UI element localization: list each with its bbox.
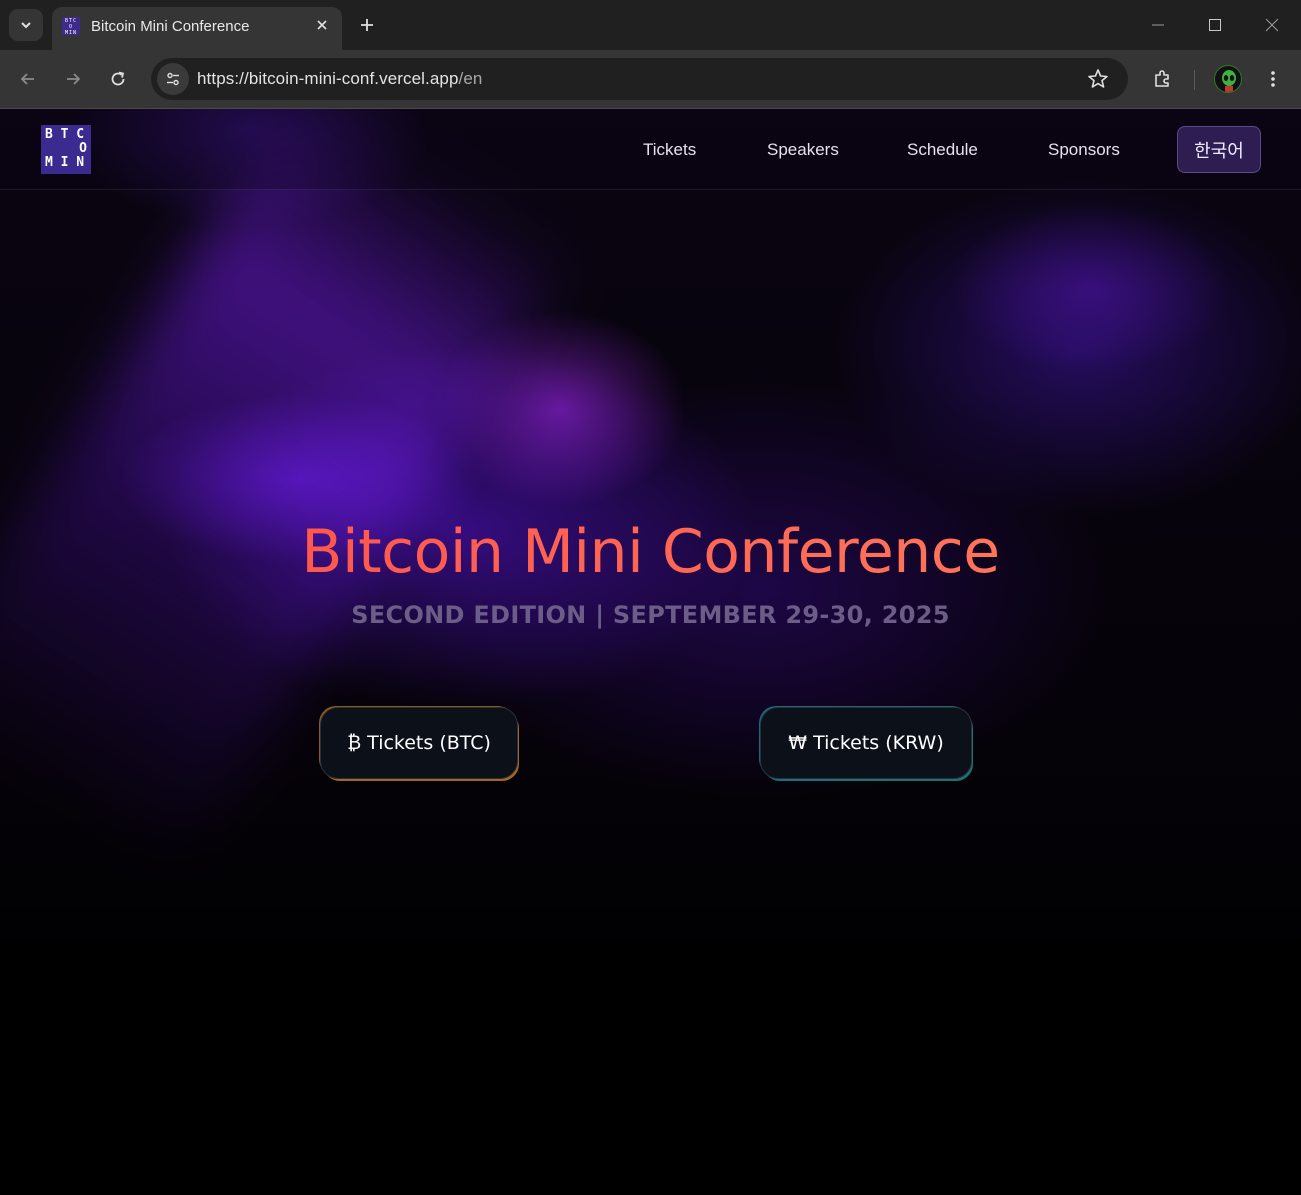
tab-title: Bitcoin Mini Conference (91, 18, 250, 35)
toolbar-separator (1194, 70, 1195, 90)
new-tab-button[interactable] (354, 12, 380, 38)
plus-icon (361, 19, 373, 31)
maximize-icon (1209, 19, 1221, 31)
logo-row-3: M I N (45, 155, 85, 170)
kebab-menu-icon (1271, 71, 1275, 87)
tab-search-button[interactable] (9, 9, 43, 41)
close-icon (1265, 18, 1279, 32)
nav-schedule-link[interactable]: Schedule (907, 140, 978, 160)
logo-row-2: O (79, 141, 87, 156)
language-toggle-button[interactable]: 한국어 (1177, 126, 1261, 173)
nav-sponsors-link[interactable]: Sponsors (1048, 140, 1120, 160)
tune-icon (167, 72, 179, 86)
profile-avatar[interactable] (1214, 65, 1242, 93)
forward-button[interactable] (56, 62, 90, 96)
close-window-button[interactable] (1252, 8, 1292, 42)
site-info-button[interactable] (157, 63, 189, 95)
tab-close-button[interactable] (311, 14, 333, 36)
puzzle-icon (1155, 70, 1169, 87)
browser-menu-button[interactable] (1256, 62, 1290, 96)
browser-tab[interactable]: BTC O MIN Bitcoin Mini Conference (52, 7, 342, 50)
browser-toolbar: https://bitcoin-mini-conf.vercel.app/en (0, 50, 1301, 109)
nav-speakers-link[interactable]: Speakers (767, 140, 839, 160)
reload-button[interactable] (101, 62, 135, 96)
alien-avatar-icon (1222, 70, 1236, 92)
hero-title: Bitcoin Mini Conference (0, 517, 1301, 587)
address-bar[interactable]: https://bitcoin-mini-conf.vercel.app/en (151, 58, 1128, 100)
tab-strip: BTC O MIN Bitcoin Mini Conference (0, 0, 1301, 50)
hero-subtitle: SECOND EDITION | SEPTEMBER 29-30, 2025 (351, 601, 950, 629)
logo-row-1: B T C (45, 127, 85, 142)
close-icon (317, 20, 327, 30)
url-text[interactable]: https://bitcoin-mini-conf.vercel.app/en (197, 69, 482, 89)
url-main: https://bitcoin-mini-conf.vercel.app (197, 69, 459, 88)
page-content: B T C O M I N Tickets Speakers Schedule … (0, 109, 1301, 1195)
minimize-icon (1152, 24, 1164, 26)
chevron-down-icon (21, 22, 31, 29)
nav-tickets-link[interactable]: Tickets (643, 140, 696, 160)
url-path: /en (458, 69, 483, 88)
reload-icon (111, 71, 125, 86)
maximize-button[interactable] (1195, 8, 1235, 42)
extensions-button[interactable] (1145, 62, 1179, 96)
bookmark-star-icon[interactable] (1086, 67, 1110, 91)
minimize-button[interactable] (1138, 8, 1178, 42)
tickets-krw-button[interactable]: ₩ Tickets (KRW) (760, 707, 972, 779)
arrow-left-icon (20, 73, 34, 85)
site-logo[interactable]: B T C O M I N (41, 125, 91, 174)
back-button[interactable] (11, 62, 45, 96)
site-navbar: B T C O M I N Tickets Speakers Schedule … (0, 109, 1301, 190)
tickets-btc-button[interactable]: ₿ Tickets (BTC) (320, 707, 518, 779)
browser-chrome: BTC O MIN Bitcoin Mini Conference https:… (0, 0, 1301, 109)
favicon: BTC O MIN (62, 17, 80, 36)
arrow-right-icon (67, 73, 81, 85)
